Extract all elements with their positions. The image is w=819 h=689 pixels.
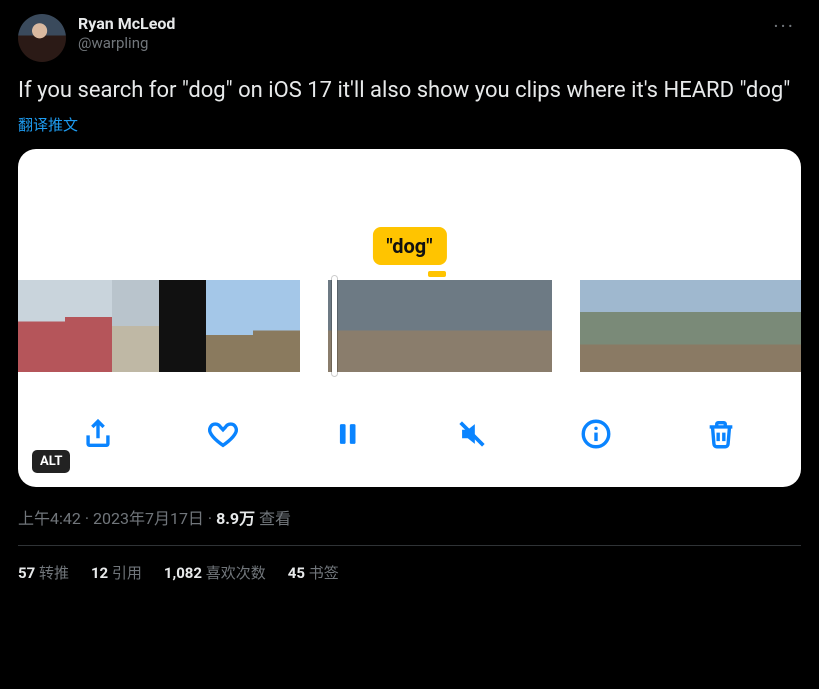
video-scrubber[interactable]	[18, 280, 801, 372]
clip-thumb	[496, 280, 552, 372]
avatar[interactable]	[18, 14, 66, 62]
alt-badge[interactable]: ALT	[32, 450, 70, 473]
stat-quotes[interactable]: 12 引用	[91, 562, 142, 583]
heart-icon	[206, 417, 240, 451]
author-names[interactable]: Ryan McLeod @warpling	[78, 14, 767, 53]
mute-button[interactable]	[450, 412, 494, 456]
stat-retweets[interactable]: 57 转推	[18, 562, 69, 583]
clip-thumb	[624, 280, 668, 372]
clip-thumb	[440, 280, 496, 372]
pause-icon	[330, 417, 364, 451]
clip-group-active	[328, 280, 552, 372]
views-count: 8.9万	[216, 509, 255, 528]
info-button[interactable]	[574, 412, 618, 456]
tweet-stats: 57 转推 12 引用 1,082 喜欢次数 45 书签	[18, 546, 801, 583]
display-name: Ryan McLeod	[78, 14, 767, 34]
speaker-muted-icon	[455, 417, 489, 451]
stat-likes[interactable]: 1,082 喜欢次数	[164, 562, 266, 583]
search-term-label: "dog"	[372, 227, 446, 265]
tweet-text: If you search for "dog" on iOS 17 it'll …	[18, 76, 801, 106]
tweet-container: Ryan McLeod @warpling ··· If you search …	[0, 0, 819, 597]
like-button[interactable]	[201, 412, 245, 456]
clip-thumb	[384, 280, 440, 372]
playhead-marker	[428, 271, 446, 277]
clip-thumb	[756, 280, 800, 372]
more-options-button[interactable]: ···	[767, 14, 801, 38]
clip-thumb	[580, 280, 624, 372]
clip-thumb	[712, 280, 756, 372]
clip-group	[580, 280, 801, 372]
clip-thumb	[253, 280, 300, 372]
clip-thumb	[65, 280, 112, 372]
tweet-date[interactable]: 2023年7月17日	[93, 509, 204, 528]
trash-button[interactable]	[699, 412, 743, 456]
trash-icon	[704, 417, 738, 451]
media-toolbar	[18, 387, 801, 487]
stat-bookmarks[interactable]: 45 书签	[288, 562, 339, 583]
clip-group	[18, 280, 300, 372]
playhead[interactable]	[332, 276, 337, 376]
info-icon	[579, 417, 613, 451]
clip-thumb	[206, 280, 253, 372]
translate-link[interactable]: 翻译推文	[18, 114, 78, 135]
tweet-meta: 上午4:42 · 2023年7月17日 · 8.9万 查看	[18, 505, 801, 529]
views-label: 查看	[255, 509, 291, 528]
clip-thumb	[112, 280, 159, 372]
tweet-header: Ryan McLeod @warpling ···	[18, 14, 801, 62]
tweet-time[interactable]: 上午4:42	[18, 509, 81, 528]
handle: @warpling	[78, 34, 767, 53]
clip-thumb	[668, 280, 712, 372]
clip-thumb	[159, 280, 206, 372]
share-button[interactable]	[76, 412, 120, 456]
pause-button[interactable]	[325, 412, 369, 456]
share-icon	[81, 417, 115, 451]
clip-thumb	[800, 280, 801, 372]
clip-thumb	[18, 280, 65, 372]
media-card[interactable]: "dog"	[18, 149, 801, 487]
